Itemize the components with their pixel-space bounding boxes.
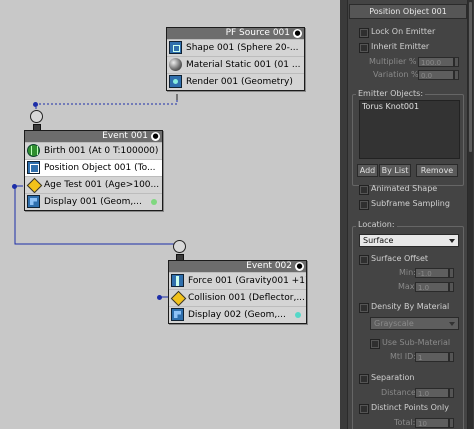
distinct-points-only-checkbox[interactable] [359,404,369,414]
surface-offset-label: Surface Offset [371,254,429,263]
surface-offset-checkbox[interactable] [359,255,369,265]
particle-view-canvas[interactable]: PF Source 001 ● Shape 001 (Sphere 20-... … [0,0,340,429]
inherit-emitter-label: Inherit Emitter [371,42,430,51]
remove-button[interactable]: Remove [416,164,458,177]
emitter-objects-label: Emitter Objects: [356,89,426,99]
collision-stub-wire [160,296,168,298]
chevron-down-icon [449,322,455,326]
subframe-sampling-checkbox[interactable] [359,200,369,210]
emitter-object-item[interactable]: Torus Knot001 [360,101,459,112]
distinct-points-only-label: Distinct Points Only [371,403,449,412]
rollout: Position Object 001 Lock On Emitter Inhe… [347,0,468,429]
by-list-button[interactable]: By List [379,164,411,177]
density-by-material-label: Density By Material [371,302,450,311]
total-label: Total: [394,418,416,427]
multiplier-spinner[interactable]: 100.0 [418,57,454,67]
location-label: Location: [356,220,397,230]
distance-spinner[interactable]: 1.0 [415,388,449,398]
multiplier-spinner-arrows[interactable] [454,57,459,67]
emitter-objects-list[interactable]: Torus Knot001 [359,100,460,159]
use-sub-material-label: Use Sub-Material [382,338,451,347]
multiplier-label: Multiplier % [369,57,417,66]
subframe-sampling-label: Subframe Sampling [371,199,450,208]
variation-label: Variation % [373,70,419,79]
animated-shape-checkbox[interactable] [359,185,369,195]
max-spinner[interactable]: 1.0 [415,282,449,292]
lock-on-emitter-label: Lock On Emitter [371,27,436,36]
min-label: Min: [399,268,416,277]
distance-label: Distance: [381,388,419,397]
mtl-id-label: Mtl ID: [390,352,417,361]
separation-label: Separation [371,373,415,382]
min-spinner[interactable]: -1.0 [415,268,449,278]
chevron-down-icon [449,239,455,243]
inherit-emitter-checkbox[interactable] [359,43,369,53]
total-spinner-arrows[interactable] [449,418,454,428]
panel-scrollbar-thumb[interactable] [469,2,472,152]
density-by-material-checkbox[interactable] [359,303,369,313]
location-dropdown[interactable]: Surface [359,234,459,247]
max-spinner-arrows[interactable] [449,282,454,292]
parameters-panel: Position Object 001 Lock On Emitter Inhe… [340,0,474,429]
density-dropdown[interactable]: Grayscale [370,317,459,330]
add-button[interactable]: Add [357,164,378,177]
variation-spinner[interactable]: 0.0 [418,70,454,80]
use-sub-material-checkbox[interactable] [370,339,380,349]
distance-spinner-arrows[interactable] [449,388,454,398]
variation-spinner-arrows[interactable] [454,70,459,80]
min-spinner-arrows[interactable] [449,268,454,278]
mtl-id-spinner-arrows[interactable] [449,352,454,362]
mtl-id-spinner[interactable]: 1 [415,352,449,362]
total-spinner[interactable]: 10 [415,418,449,428]
animated-shape-label: Animated Shape [371,184,438,193]
lock-on-emitter-checkbox[interactable] [359,28,369,38]
rollout-title[interactable]: Position Object 001 [349,4,467,19]
separation-checkbox[interactable] [359,374,369,384]
